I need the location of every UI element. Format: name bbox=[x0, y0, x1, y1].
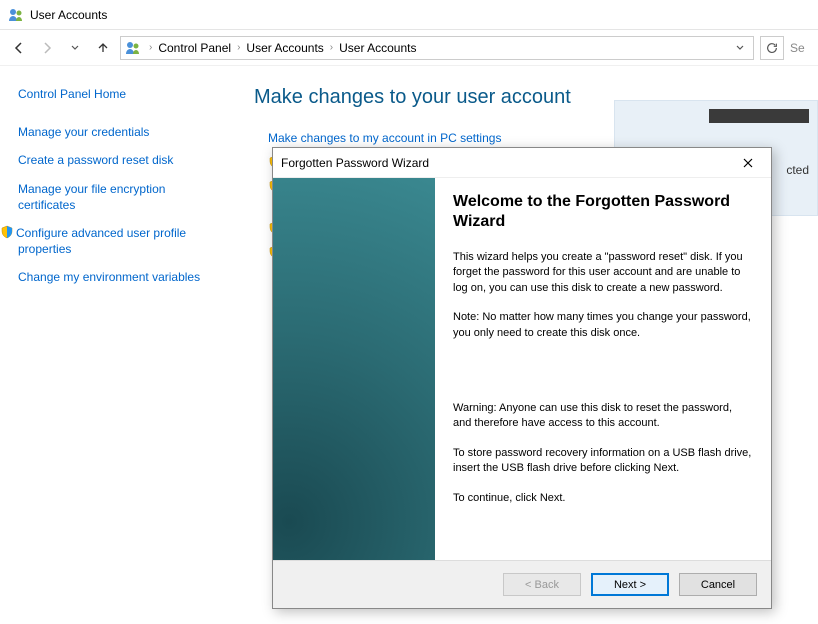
up-button[interactable] bbox=[92, 37, 114, 59]
users-icon bbox=[125, 40, 141, 56]
breadcrumb-item[interactable]: User Accounts bbox=[337, 39, 418, 57]
wizard-paragraph: Warning: Anyone can use this disk to res… bbox=[453, 401, 753, 432]
sidebar: Control Panel Home Manage your credentia… bbox=[0, 66, 230, 624]
sidebar-link-advanced-profile[interactable]: Configure advanced user profile properti… bbox=[18, 225, 218, 257]
account-name-obscured bbox=[709, 109, 809, 123]
wizard-title: Forgotten Password Wizard bbox=[281, 156, 429, 170]
window-titlebar: User Accounts bbox=[0, 0, 818, 30]
breadcrumb-item[interactable]: Control Panel bbox=[156, 39, 233, 57]
wizard-paragraph: This wizard helps you create a "password… bbox=[453, 250, 753, 296]
sidebar-link-credentials[interactable]: Manage your credentials bbox=[18, 124, 218, 140]
sidebar-link-encryption[interactable]: Manage your file encryption certificates bbox=[18, 181, 218, 213]
forgotten-password-wizard: Forgotten Password Wizard Welcome to the… bbox=[272, 147, 772, 609]
sidebar-link-label: Configure advanced user profile properti… bbox=[16, 226, 186, 256]
address-dropdown[interactable] bbox=[731, 43, 749, 53]
cancel-button[interactable]: Cancel bbox=[679, 573, 757, 596]
wizard-body: Welcome to the Forgotten Password Wizard… bbox=[273, 178, 771, 560]
wizard-paragraph: To store password recovery information o… bbox=[453, 446, 753, 477]
refresh-button[interactable] bbox=[760, 36, 784, 60]
chevron-right-icon[interactable]: › bbox=[145, 42, 156, 53]
window-title: User Accounts bbox=[30, 8, 107, 22]
chevron-right-icon[interactable]: › bbox=[326, 42, 337, 53]
wizard-heading: Welcome to the Forgotten Password Wizard bbox=[453, 192, 753, 232]
back-button[interactable] bbox=[8, 37, 30, 59]
breadcrumb[interactable]: › Control Panel › User Accounts › User A… bbox=[120, 36, 754, 60]
sidebar-link-env-vars[interactable]: Change my environment variables bbox=[18, 269, 218, 285]
sidebar-link-reset-disk[interactable]: Create a password reset disk bbox=[18, 152, 218, 168]
breadcrumb-item[interactable]: User Accounts bbox=[244, 39, 325, 57]
search-input[interactable]: Se bbox=[790, 36, 810, 60]
back-button: < Back bbox=[503, 573, 581, 596]
forward-button[interactable] bbox=[36, 37, 58, 59]
shield-icon bbox=[0, 225, 14, 239]
wizard-footer: < Back Next > Cancel bbox=[273, 560, 771, 608]
close-button[interactable] bbox=[733, 151, 763, 175]
wizard-paragraph: Note: No matter how many times you chang… bbox=[453, 310, 753, 341]
users-icon bbox=[8, 7, 24, 23]
wizard-paragraph: To continue, click Next. bbox=[453, 491, 753, 506]
chevron-right-icon[interactable]: › bbox=[233, 42, 244, 53]
wizard-content: Welcome to the Forgotten Password Wizard… bbox=[435, 178, 771, 560]
recent-dropdown[interactable] bbox=[64, 37, 86, 59]
control-panel-home-link[interactable]: Control Panel Home bbox=[18, 86, 218, 102]
wizard-banner bbox=[273, 178, 435, 560]
wizard-titlebar[interactable]: Forgotten Password Wizard bbox=[273, 148, 771, 178]
navbar: › Control Panel › User Accounts › User A… bbox=[0, 30, 818, 66]
next-button[interactable]: Next > bbox=[591, 573, 669, 596]
